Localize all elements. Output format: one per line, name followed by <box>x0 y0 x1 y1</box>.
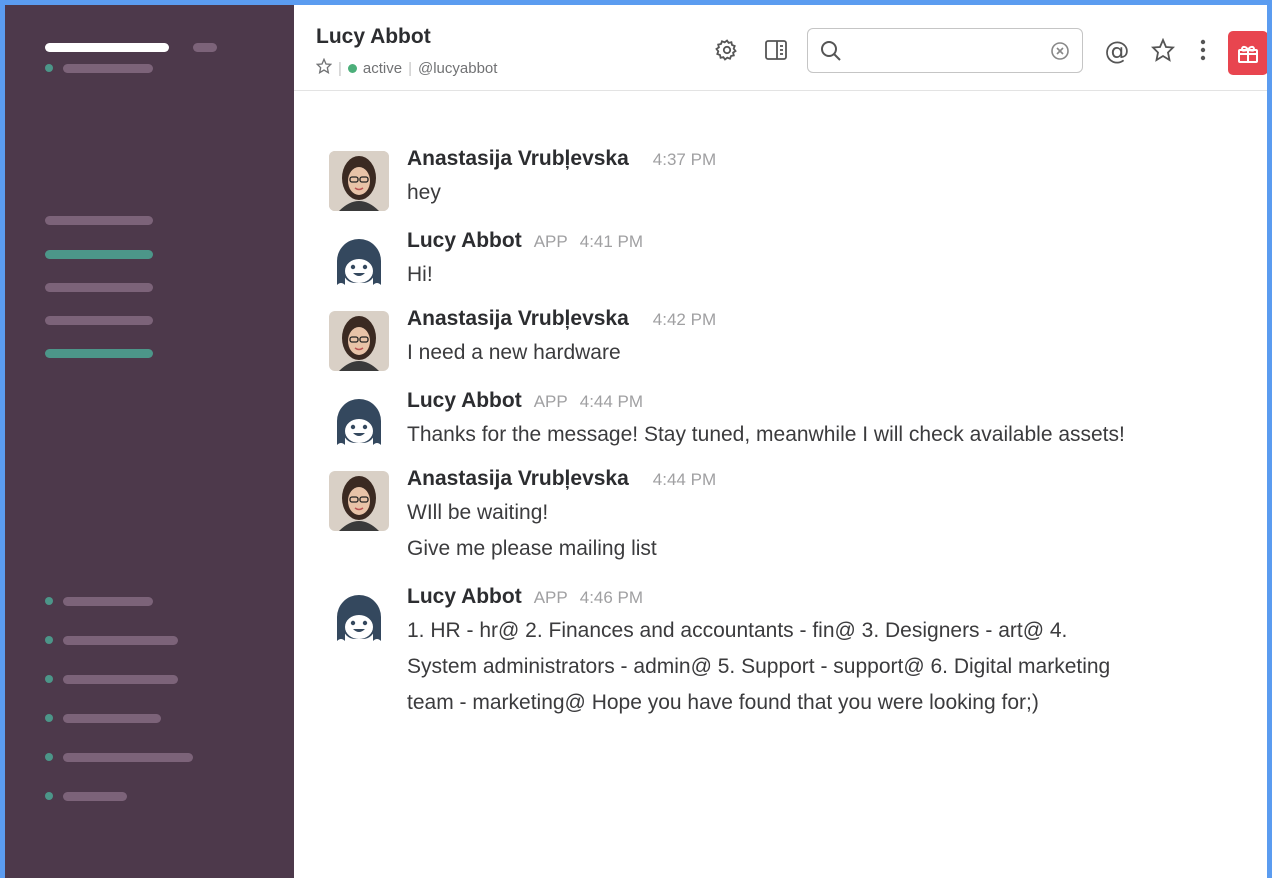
channel-header: Lucy Abbot | active | @lucyabbot @ <box>294 5 1267 91</box>
message-author[interactable]: Anastasija Vrubļevska <box>407 147 629 171</box>
gift-icon[interactable] <box>1228 31 1267 75</box>
clear-icon[interactable] <box>1050 41 1070 66</box>
message-author[interactable]: Lucy Abbot <box>407 585 522 609</box>
bot-avatar[interactable] <box>329 393 389 453</box>
gear-icon[interactable] <box>714 37 740 63</box>
sidebar-panel-icon[interactable] <box>763 37 789 63</box>
more-vertical-icon[interactable] <box>1190 37 1216 63</box>
sidebar-dm-item[interactable] <box>63 597 153 606</box>
app-badge: APP <box>533 588 568 607</box>
message-text: Give me please mailing list <box>407 537 657 560</box>
search-box[interactable] <box>807 28 1083 73</box>
channel-title[interactable]: Lucy Abbot <box>316 25 431 49</box>
message-author[interactable]: Lucy Abbot <box>407 229 522 253</box>
dm-presence-dot <box>45 675 53 683</box>
message-text: Hi! <box>407 263 433 286</box>
dm-presence-dot <box>45 792 53 800</box>
message-time[interactable]: 4:41 PM <box>580 232 643 252</box>
presence-dot <box>347 63 357 73</box>
dm-presence-dot <box>45 753 53 761</box>
sidebar-dm-item[interactable] <box>63 675 178 684</box>
star-icon[interactable] <box>315 57 333 78</box>
at-icon[interactable]: @ <box>1104 36 1130 65</box>
message-time[interactable]: 4:44 PM <box>580 392 643 412</box>
message-text: WIll be waiting! <box>407 501 549 524</box>
message-text: System administrators - admin@ 5. Suppor… <box>407 655 1111 678</box>
divider: | <box>338 59 342 77</box>
search-input[interactable] <box>848 37 1048 65</box>
user-presence-dot <box>45 64 53 72</box>
message-author[interactable]: Lucy Abbot <box>407 389 522 413</box>
message-text: hey <box>407 181 441 204</box>
sidebar-item[interactable] <box>45 250 153 259</box>
bot-avatar[interactable] <box>329 233 389 293</box>
sidebar-item[interactable] <box>45 349 153 358</box>
sidebar-dm-item[interactable] <box>63 753 193 762</box>
message-time[interactable]: 4:42 PM <box>653 310 716 330</box>
message-author[interactable]: Anastasija Vrubļevska <box>407 307 629 331</box>
app-badge: APP <box>533 232 568 251</box>
sidebar-dm-item[interactable] <box>63 636 178 645</box>
message-list: Anastasija Vrubļevska 4:37 PM hey Lucy Ab… <box>294 91 1267 878</box>
dm-presence-dot <box>45 636 53 644</box>
dm-presence-dot <box>45 597 53 605</box>
message-text: 1. HR - hr@ 2. Finances and accountants … <box>407 619 1068 642</box>
message-time[interactable]: 4:46 PM <box>580 588 643 608</box>
message-text: I need a new hardware <box>407 341 621 364</box>
channel-meta: | active | @lucyabbot <box>315 57 497 78</box>
search-icon <box>820 40 842 67</box>
sidebar-item[interactable] <box>45 316 153 325</box>
star-icon[interactable] <box>1150 37 1176 63</box>
sidebar <box>5 5 294 878</box>
sidebar-item[interactable] <box>45 216 153 225</box>
app-window: Lucy Abbot | active | @lucyabbot @ Anast… <box>0 0 1272 878</box>
workspace-menu[interactable] <box>193 43 217 52</box>
user-avatar[interactable] <box>329 471 389 531</box>
presence-status: active <box>362 59 403 77</box>
sidebar-item[interactable] <box>45 283 153 292</box>
user-avatar[interactable] <box>329 151 389 211</box>
message-time[interactable]: 4:44 PM <box>653 470 716 490</box>
message-time[interactable]: 4:37 PM <box>653 150 716 170</box>
sidebar-dm-item[interactable] <box>63 792 127 801</box>
message-text: team - marketing@ Hope you have found th… <box>407 691 1039 714</box>
dm-presence-dot <box>45 714 53 722</box>
workspace-name[interactable] <box>45 43 169 52</box>
user-handle[interactable]: @lucyabbot <box>418 60 497 77</box>
message-author[interactable]: Anastasija Vrubļevska <box>407 467 629 491</box>
app-badge: APP <box>533 392 568 411</box>
sidebar-dm-item[interactable] <box>63 714 161 723</box>
bot-avatar[interactable] <box>329 589 389 649</box>
user-avatar[interactable] <box>329 311 389 371</box>
message-text: Thanks for the message! Stay tuned, mean… <box>407 423 1125 446</box>
current-user[interactable] <box>63 64 153 73</box>
divider: | <box>408 59 412 77</box>
